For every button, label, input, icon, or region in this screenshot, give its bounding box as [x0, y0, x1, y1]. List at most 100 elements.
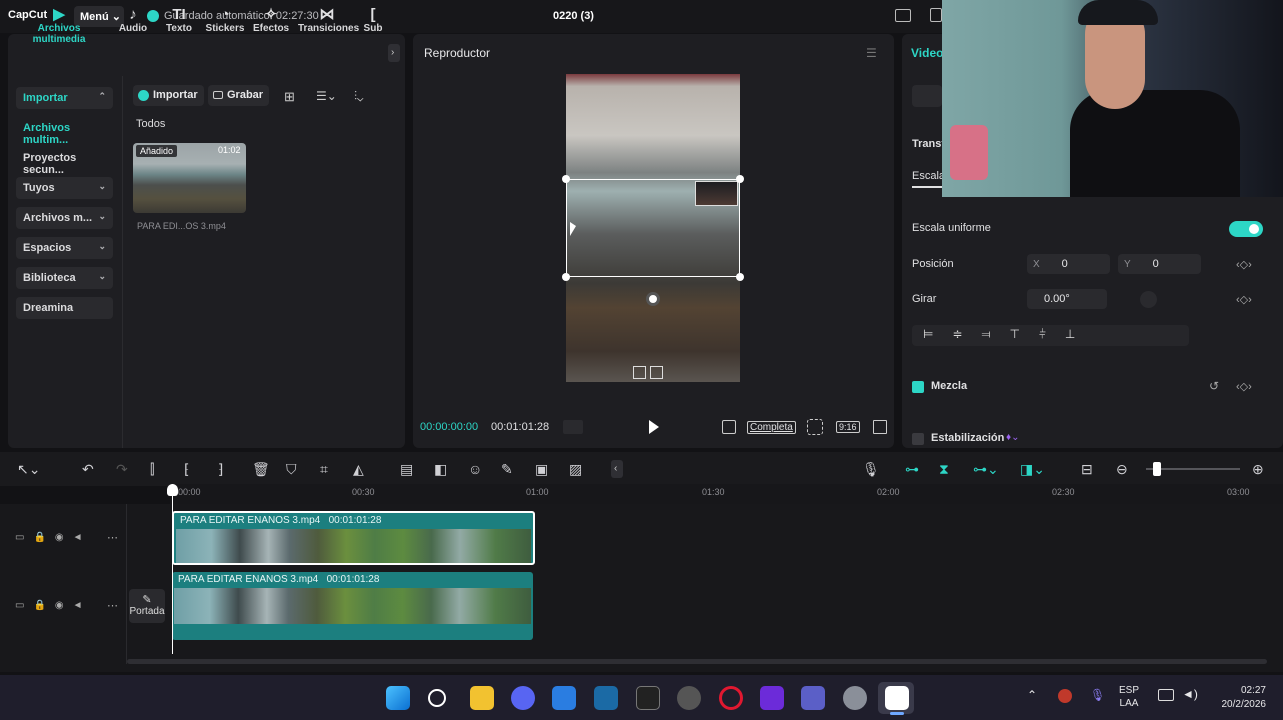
keyframe-icon[interactable]: ‹◇›: [1236, 258, 1252, 271]
playhead[interactable]: [172, 484, 173, 654]
snap-icon[interactable]: ⧗: [939, 461, 949, 478]
tray-chevron-icon[interactable]: ⌃: [1027, 688, 1037, 702]
sort-icon[interactable]: ☰⌄: [316, 89, 337, 103]
track-controls-1[interactable]: ▭🔒◉◄: [15, 532, 92, 543]
tab-stickers[interactable]: ◔ Stickers: [205, 6, 245, 34]
capcut-icon[interactable]: [885, 686, 909, 710]
store-icon[interactable]: [552, 686, 576, 710]
timeline-clip-main[interactable]: PARA EDITAR ENANOS 3.mp4 00:01:01:28: [172, 572, 533, 640]
nzxt-icon[interactable]: [760, 686, 784, 710]
sidebar-item-secondary-projects[interactable]: Proyectos secun...: [16, 147, 113, 176]
link-icon[interactable]: ⊶: [905, 461, 919, 478]
speed-icon[interactable]: ◭: [353, 461, 364, 478]
reset-icon[interactable]: ↺: [1209, 379, 1219, 393]
network-icon[interactable]: [1158, 689, 1174, 701]
media-filter-all[interactable]: Todos: [136, 118, 165, 130]
project-title[interactable]: 0220 (3): [553, 10, 594, 22]
blend-label[interactable]: Mezcla: [931, 380, 967, 392]
timeline-toggle-icon[interactable]: [563, 420, 583, 434]
connect-icon[interactable]: ⊶⌄: [973, 461, 999, 478]
tab-media[interactable]: ▶ Archivos multimedia: [12, 6, 106, 45]
cover-button[interactable]: ✎ Portada: [129, 589, 165, 623]
sidebar-item-files[interactable]: Archivos m... ⌄: [16, 207, 113, 229]
fit-mode-button[interactable]: Completa: [747, 421, 796, 434]
record-button[interactable]: Grabar: [208, 85, 270, 106]
image-icon[interactable]: ▨: [569, 461, 582, 478]
sidebar-item-spaces[interactable]: Espacios ⌄: [16, 237, 113, 259]
preview-axis-icon[interactable]: ◨⌄: [1020, 461, 1045, 478]
stabilize-label[interactable]: Estabilización: [931, 432, 1004, 444]
tabs-scroll-right-icon[interactable]: ›: [388, 44, 400, 62]
hd-icon[interactable]: ▣: [535, 461, 548, 478]
caption-icon[interactable]: ⊟: [1081, 461, 1093, 478]
position-y-field[interactable]: Y0: [1118, 254, 1201, 274]
sidebar-item-dreamina[interactable]: Dreamina: [16, 297, 113, 319]
tab-text[interactable]: TI Texto: [162, 6, 196, 34]
track-controls-2[interactable]: ▭🔒◉◄: [15, 600, 92, 611]
sidebar-item-media-files[interactable]: Archivos multim...: [16, 117, 113, 146]
filter-icon[interactable]: ⫶⌄: [354, 89, 363, 104]
person-icon[interactable]: ☺: [468, 461, 482, 477]
basic-subtab[interactable]: [912, 85, 942, 107]
resize-handle-bottom-right[interactable]: [736, 273, 744, 281]
layout-icon[interactable]: [895, 9, 911, 22]
align-icons[interactable]: ⊨≑⫤⊤⫩⊥: [923, 327, 1094, 342]
search-icon[interactable]: [428, 689, 446, 707]
mirror-icon[interactable]: ◧: [434, 461, 447, 478]
tab-transitions[interactable]: ⋈ Transiciones: [298, 6, 359, 34]
time-ruler[interactable]: [170, 484, 1283, 504]
screenshot-icon[interactable]: [807, 419, 823, 435]
keyframe-icon[interactable]: ‹◇›: [1236, 293, 1252, 306]
teams-icon[interactable]: [801, 686, 825, 710]
tray-mic-icon[interactable]: 🎙: [1090, 688, 1105, 702]
position-x-field[interactable]: X0: [1027, 254, 1110, 274]
steam-icon[interactable]: [594, 686, 618, 710]
shield-icon[interactable]: ⛉: [286, 461, 297, 478]
grid-view-icon[interactable]: ⊞: [284, 89, 295, 105]
clock[interactable]: 02:27 20/2/2026: [1208, 684, 1267, 712]
play-icon[interactable]: [649, 420, 659, 434]
tab-subtitles[interactable]: [Sub: [363, 6, 383, 34]
tiktok-preview-icon[interactable]: [722, 420, 736, 434]
window-icon[interactable]: [930, 8, 942, 22]
tray-app-icon[interactable]: [1058, 689, 1072, 703]
track-more-icon[interactable]: ⋯: [107, 531, 118, 544]
language-indicator[interactable]: ESP LAA: [1119, 684, 1139, 710]
microphone-icon[interactable]: 🎙: [862, 461, 880, 478]
crop-icon[interactable]: ⌗: [320, 461, 328, 478]
epic-games-icon[interactable]: [636, 686, 660, 710]
fullscreen-icon[interactable]: [873, 420, 887, 434]
zoom-slider-thumb[interactable]: [1153, 462, 1161, 476]
settings-icon[interactable]: [843, 686, 867, 710]
tab-effects[interactable]: ✧ Efectos: [253, 6, 289, 34]
toolbar-collapse-icon[interactable]: ‹: [611, 460, 623, 478]
resize-handle-bottom-left[interactable]: [562, 273, 570, 281]
resize-handle-top-right[interactable]: [736, 175, 744, 183]
rotate-field[interactable]: 0.00°: [1027, 289, 1107, 309]
timeline-scrollbar[interactable]: [127, 659, 1267, 664]
freeze-icon[interactable]: ▤: [400, 461, 413, 478]
windows-start-icon[interactable]: [386, 686, 410, 710]
player-menu-icon[interactable]: ☰: [866, 46, 877, 60]
timeline-clip-selected[interactable]: PARA EDITAR ENANOS 3.mp4 00:01:01:28: [172, 511, 535, 565]
trim-left-icon[interactable]: ⁅: [184, 461, 189, 478]
keyframe-icon[interactable]: ‹◇›: [1236, 380, 1252, 393]
opera-icon[interactable]: [719, 686, 743, 710]
undo-icon[interactable]: ↶: [82, 461, 94, 478]
blend-checkbox[interactable]: [912, 381, 924, 393]
trim-right-icon[interactable]: ⁆: [218, 461, 223, 478]
stabilize-checkbox[interactable]: [912, 433, 924, 445]
redo-icon[interactable]: ↷: [116, 461, 128, 478]
aspect-ratio-button[interactable]: 9:16: [836, 421, 860, 433]
chrome-icon[interactable]: [677, 686, 701, 710]
track-more-icon[interactable]: ⋯: [107, 599, 118, 612]
sidebar-item-yours[interactable]: Tuyos ⌄: [16, 177, 113, 199]
volume-icon[interactable]: ◄): [1182, 687, 1198, 701]
sidebar-item-import[interactable]: Importar ⌃: [16, 87, 113, 109]
playhead-handle[interactable]: [167, 484, 178, 496]
file-explorer-icon[interactable]: [470, 686, 494, 710]
tab-audio[interactable]: ♪ Audio: [116, 6, 150, 34]
split-icon[interactable]: ⫿: [150, 461, 154, 478]
resize-handle-top-left[interactable]: [562, 175, 570, 183]
import-button[interactable]: Importar: [133, 85, 204, 106]
